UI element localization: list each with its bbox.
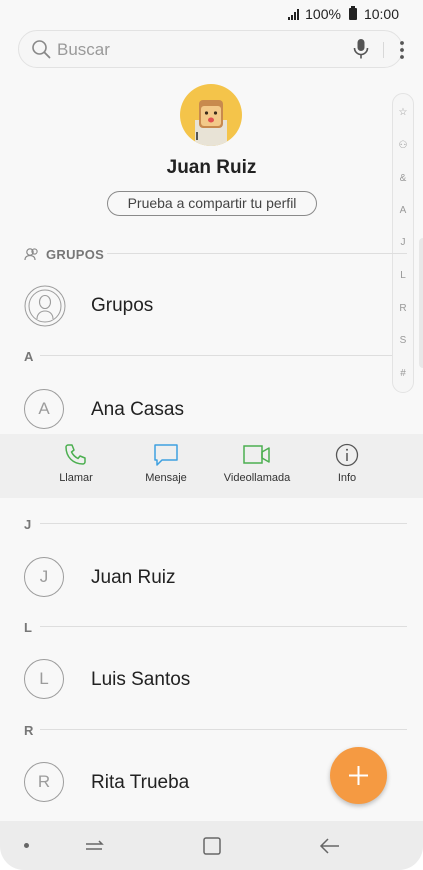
- phone-icon: [65, 444, 86, 465]
- contact-avatar: A: [24, 389, 64, 429]
- signal-icon: [288, 8, 300, 20]
- section-header-a: A: [24, 348, 34, 364]
- video-call-button[interactable]: Videollamada: [212, 443, 302, 484]
- groups-row-label: Grupos: [91, 295, 154, 316]
- nav-hide-dot[interactable]: [24, 843, 29, 848]
- navigation-bar: [0, 821, 423, 870]
- contact-row[interactable]: L Luis Santos: [0, 651, 423, 707]
- group-avatar-icon: [24, 285, 66, 327]
- back-icon[interactable]: [319, 837, 341, 855]
- index-groups-icon[interactable]: ⚇: [393, 140, 413, 151]
- index-item-s[interactable]: S: [393, 335, 413, 346]
- search-input[interactable]: Buscar: [57, 40, 110, 60]
- index-item-a[interactable]: A: [393, 205, 413, 216]
- index-favorites-icon[interactable]: ☆: [393, 107, 413, 118]
- index-scroller[interactable]: ☆ ⚇ & A J L R S #: [392, 93, 414, 393]
- contact-row[interactable]: J Juan Ruiz: [0, 549, 423, 605]
- index-item-j[interactable]: J: [393, 237, 413, 248]
- section-letter: L: [24, 619, 33, 635]
- profile-name: Juan Ruiz: [166, 157, 257, 178]
- share-profile-button[interactable]: Prueba a compartir tu perfil: [107, 191, 317, 216]
- info-button[interactable]: Info: [302, 443, 392, 484]
- message-button[interactable]: Mensaje: [121, 443, 211, 484]
- section-divider: [107, 253, 407, 254]
- clock: 10:00: [363, 6, 399, 22]
- groups-row[interactable]: Grupos: [0, 277, 423, 333]
- index-item-ampersand[interactable]: &: [393, 173, 413, 184]
- status-bar: 100% 10:00: [0, 0, 423, 28]
- video-icon: [243, 445, 270, 464]
- more-options-icon[interactable]: [395, 39, 409, 61]
- section-divider: [40, 355, 392, 356]
- action-label: Info: [337, 472, 357, 484]
- section-divider: [40, 729, 407, 730]
- action-label: Mensaje: [145, 472, 187, 484]
- add-contact-button[interactable]: [330, 747, 387, 804]
- section-divider: [40, 626, 407, 627]
- search-bar[interactable]: Buscar: [18, 30, 404, 68]
- search-divider: [383, 42, 384, 58]
- action-label: Videollamada: [223, 472, 291, 484]
- info-icon: [335, 443, 359, 467]
- recent-apps-icon[interactable]: [84, 837, 104, 855]
- plus-icon: [349, 766, 368, 785]
- contact-name: Ana Casas: [91, 399, 184, 420]
- section-label-groups: GRUPOS: [46, 246, 105, 262]
- section-letter: R: [24, 722, 34, 738]
- battery-percent: 100%: [305, 6, 341, 22]
- groups-section-header: GRUPOS: [24, 246, 104, 262]
- section-header-j: J: [24, 516, 32, 532]
- contact-actions-bar: Llamar Mensaje Videollamada Info: [0, 434, 423, 498]
- section-letter: A: [24, 348, 34, 364]
- battery-icon: [348, 6, 357, 20]
- section-header-r: R: [24, 722, 34, 738]
- home-icon[interactable]: [202, 836, 222, 856]
- contact-avatar: L: [24, 659, 64, 699]
- section-letter: J: [24, 516, 32, 532]
- contact-name: Juan Ruiz: [91, 567, 176, 588]
- contacts-screen: 100% 10:00 Buscar Juan Ruiz Prueba a com…: [0, 0, 423, 870]
- action-label: Llamar: [59, 472, 93, 484]
- profile-avatar[interactable]: [180, 84, 242, 146]
- section-divider: [40, 523, 407, 524]
- contact-avatar: R: [24, 762, 64, 802]
- microphone-icon[interactable]: [351, 38, 371, 60]
- contact-name: Rita Trueba: [91, 772, 190, 793]
- contact-avatar: J: [24, 557, 64, 597]
- section-header-l: L: [24, 619, 32, 635]
- index-item-hash[interactable]: #: [393, 368, 413, 379]
- message-icon: [154, 444, 178, 466]
- toast-character-icon: [195, 100, 227, 146]
- groups-icon: [24, 248, 38, 261]
- contact-name: Luis Santos: [91, 669, 191, 690]
- search-icon: [32, 40, 51, 59]
- call-button[interactable]: Llamar: [31, 443, 121, 484]
- contact-row[interactable]: A Ana Casas: [0, 381, 423, 437]
